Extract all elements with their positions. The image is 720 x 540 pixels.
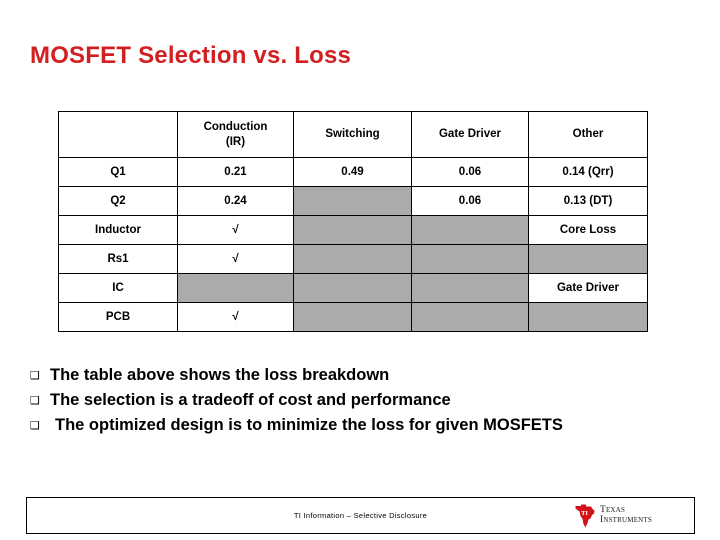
- cell-pcb-gate-driver: [411, 302, 529, 332]
- texas-instruments-logo: TI Texas Instruments: [574, 504, 652, 528]
- cell-inductor-conduction: √: [177, 215, 294, 245]
- column-header-conduction-line2: (IR): [225, 135, 246, 148]
- cell-q2-other: 0.13 (DT): [528, 186, 648, 216]
- cell-ic-gate-driver: [411, 273, 529, 303]
- row-label-ic: IC: [58, 273, 178, 303]
- cell-inductor-gate-driver: [411, 215, 529, 245]
- loss-breakdown-table: Conduction (IR) Switching Gate Driver Ot…: [58, 111, 648, 332]
- texas-state-shape-icon: TI: [575, 504, 595, 527]
- cell-pcb-switching: [293, 302, 412, 332]
- list-item: ❑ The optimized design is to minimize th…: [30, 414, 700, 437]
- cell-q1-conduction: 0.21: [177, 157, 294, 187]
- square-bullet-icon: ❑: [30, 369, 40, 382]
- column-header-switching: Switching: [293, 111, 412, 158]
- list-item: ❑ The table above shows the loss breakdo…: [30, 364, 700, 387]
- ti-logo-wordmark: Texas Instruments: [599, 505, 652, 526]
- row-label-rs1: Rs1: [58, 244, 178, 274]
- row-label-q2: Q2: [58, 186, 178, 216]
- cell-rs1-gate-driver: [411, 244, 529, 274]
- row-label-inductor: Inductor: [58, 215, 178, 245]
- bullet-text: The table above shows the loss breakdown: [50, 366, 390, 384]
- cell-q1-gate-driver: 0.06: [411, 157, 529, 187]
- row-label-pcb: PCB: [58, 302, 178, 332]
- ti-logo-line2: Instruments: [599, 514, 652, 525]
- column-header-gate-driver: Gate Driver: [411, 111, 529, 158]
- cell-ic-conduction: [177, 273, 294, 303]
- square-bullet-icon: ❑: [30, 419, 40, 432]
- cell-ic-switching: [293, 273, 412, 303]
- bullet-text: The selection is a tradeoff of cost and …: [50, 391, 451, 409]
- bullet-list: ❑ The table above shows the loss breakdo…: [30, 364, 700, 439]
- table-row: Rs1 √: [58, 244, 648, 274]
- list-item: ❑ The selection is a tradeoff of cost an…: [30, 389, 700, 412]
- table-row: Q1 0.21 0.49 0.06 0.14 (Qrr): [58, 157, 648, 187]
- table-row: Q2 0.24 0.06 0.13 (DT): [58, 186, 648, 216]
- cell-pcb-conduction: √: [177, 302, 294, 332]
- cell-q1-switching: 0.49: [293, 157, 412, 187]
- footer-bar: TI Information – Selective Disclosure TI…: [26, 497, 695, 534]
- cell-inductor-other: Core Loss: [528, 215, 648, 245]
- cell-rs1-switching: [293, 244, 412, 274]
- cell-q2-gate-driver: 0.06: [411, 186, 529, 216]
- table-row: Inductor √ Core Loss: [58, 215, 648, 245]
- svg-text:TI: TI: [581, 510, 588, 517]
- cell-q2-conduction: 0.24: [177, 186, 294, 216]
- cell-rs1-conduction: √: [177, 244, 294, 274]
- cell-ic-other: Gate Driver: [528, 273, 648, 303]
- table-row: PCB √: [58, 302, 648, 332]
- cell-inductor-switching: [293, 215, 412, 245]
- cell-pcb-other: [528, 302, 648, 332]
- column-header-conduction: Conduction (IR): [177, 111, 294, 158]
- column-header-conduction-line1: Conduction: [203, 121, 268, 134]
- row-label-q1: Q1: [58, 157, 178, 187]
- cell-q2-switching: [293, 186, 412, 216]
- bullet-text: The optimized design is to minimize the …: [55, 416, 563, 434]
- column-header-corner: [58, 111, 178, 158]
- page-title: MOSFET Selection vs. Loss: [30, 42, 352, 69]
- table-row: IC Gate Driver: [58, 273, 648, 303]
- cell-rs1-other: [528, 244, 648, 274]
- square-bullet-icon: ❑: [30, 394, 40, 407]
- cell-q1-other: 0.14 (Qrr): [528, 157, 648, 187]
- column-header-other: Other: [528, 111, 648, 158]
- table-header-row: Conduction (IR) Switching Gate Driver Ot…: [58, 111, 648, 158]
